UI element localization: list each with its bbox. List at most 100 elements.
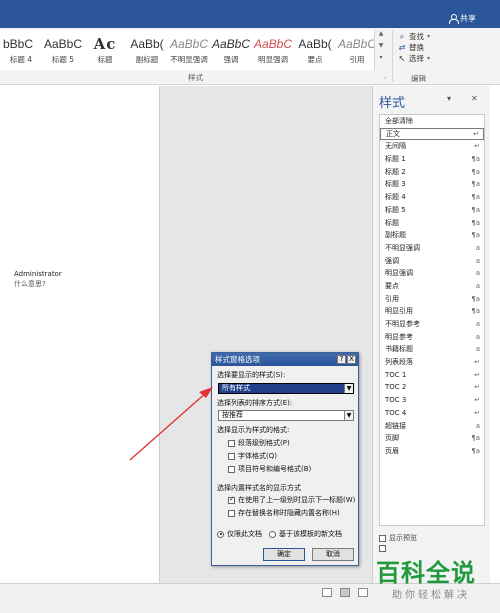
dialog-launcher-icon[interactable]: ⌟ [383, 73, 386, 80]
style-list-item[interactable]: 明显引用 ¶a [380, 305, 484, 318]
style-tile-strong[interactable]: AaBb( 要点 [294, 30, 336, 68]
radio-template[interactable] [269, 530, 276, 538]
style-type-icon: a [475, 269, 480, 278]
style-type-icon: a [475, 421, 480, 430]
style-tile-heading4[interactable]: bBbC 标题 4 [0, 30, 42, 68]
style-list: 全部清除 正文 ↵ 无间隔 ↵ 标题 1 ¶a 标题 2 ¶a 标题 3 ¶a 标题 4 ¶a 标题 5 ¶… [379, 114, 485, 526]
style-list-item-label: TOC 2 [385, 383, 407, 392]
close-button[interactable]: X [347, 355, 356, 364]
style-type-icon: ¶a [471, 167, 480, 176]
ok-button[interactable]: 确定 [263, 548, 305, 561]
disable-linked-checkbox[interactable] [379, 545, 386, 552]
style-list-item[interactable]: 正文 ↵ [380, 127, 484, 141]
style-list-item[interactable]: 引用 ¶a [380, 293, 484, 306]
print-layout-icon[interactable] [340, 588, 350, 597]
style-list-item[interactable]: 标题 4 ¶a [380, 191, 484, 204]
watermark-logo: 百科全说 助你轻松解决 [366, 553, 500, 613]
style-type-icon: ¶a [471, 307, 480, 316]
style-list-item[interactable]: 要点 a [380, 280, 484, 293]
style-type-icon: ↵ [474, 142, 480, 151]
next-heading-checkbox[interactable]: 在使用了上一级别时显示下一标题(W) [228, 495, 355, 505]
style-list-item-label: 标题 2 [385, 167, 406, 176]
style-list-item[interactable]: 明显强调 a [380, 267, 484, 280]
comment-text[interactable]: 什么意思? [14, 279, 46, 289]
style-list-item-label: 要点 [385, 281, 399, 290]
gallery-scroll[interactable]: ▲ ▼ ▾ [377, 30, 385, 70]
style-list-item-label: 明显参考 [385, 332, 413, 341]
style-list-item[interactable]: TOC 3 ↵ [380, 394, 484, 407]
style-tile-emphasis[interactable]: AaBbC 强调 [210, 30, 252, 68]
style-type-icon: ¶a [471, 231, 480, 240]
style-list-item[interactable]: TOC 1 ↵ [380, 369, 484, 382]
style-list-item[interactable]: 书籍标题 a [380, 343, 484, 356]
style-tile-subtle-emphasis[interactable]: AaBbC 不明显强调 [168, 30, 210, 68]
style-list-item[interactable]: 标题 2 ¶a [380, 166, 484, 179]
style-list-item[interactable]: 标题 5 ¶a [380, 204, 484, 217]
document-page[interactable]: Administrator 什么意思? [0, 86, 160, 583]
show-styles-select[interactable]: 所有样式 ▼ [218, 383, 354, 394]
hide-builtin-checkbox[interactable]: 存在替换名称时隐藏内置名称(H) [228, 508, 340, 518]
style-list-item[interactable]: 无间隔 ↵ [380, 140, 484, 153]
scroll-up-icon[interactable]: ▲ [377, 30, 385, 42]
pane-title: 样式 [379, 96, 406, 111]
chevron-down-icon[interactable]: ▼ [344, 384, 353, 393]
scroll-down-icon[interactable]: ▼ [377, 42, 385, 54]
sort-select[interactable]: 按推荐 ▼ [218, 410, 354, 421]
style-type-icon: ¶a [471, 180, 480, 189]
style-list-item[interactable]: 标题 ¶a [380, 217, 484, 230]
style-list-item-label: TOC 1 [385, 370, 407, 379]
style-type-icon: ¶a [471, 218, 480, 227]
style-tile-intense-emphasis[interactable]: AaBbC 明显强调 [252, 30, 294, 68]
style-tile-title[interactable]: Ac 标题 [84, 30, 126, 68]
style-list-item-label: 页眉 [385, 446, 399, 455]
style-list-item-label: 明显强调 [385, 269, 413, 278]
style-list-item[interactable]: 明显参考 a [380, 331, 484, 344]
bullets-format-checkbox[interactable]: 项目符号和编号格式(B) [228, 464, 311, 474]
style-list-item-label: 不明显强调 [385, 243, 420, 252]
find-button[interactable]: ⌕ 查找 ▾ [398, 31, 488, 42]
checkbox-icon [228, 439, 235, 447]
chevron-down-icon: ▾ [427, 55, 431, 62]
style-type-icon: a [475, 332, 480, 341]
person-icon [449, 14, 459, 24]
style-list-item[interactable]: 标题 3 ¶a [380, 178, 484, 191]
style-list-item[interactable]: 页眉 ¶a [380, 445, 484, 458]
style-list-item[interactable]: 页脚 ¶a [380, 432, 484, 445]
share-button[interactable]: 共享 [449, 13, 476, 24]
style-list-item-label: TOC 3 [385, 396, 407, 405]
replace-button[interactable]: ⇄ 替换 [398, 42, 488, 53]
style-list-item[interactable]: 不明显强调 a [380, 242, 484, 255]
style-list-item-label: 不明显参考 [385, 320, 420, 328]
ribbon: bBbC 标题 4 AaBbC 标题 5 Ac 标题 AaBb( 副标题 AaB… [0, 28, 500, 85]
chevron-down-icon[interactable]: ▼ [344, 411, 353, 420]
gallery-more-icon[interactable]: ▾ [377, 54, 385, 66]
read-mode-icon[interactable] [322, 588, 332, 597]
style-list-item[interactable]: TOC 2 ↵ [380, 381, 484, 394]
show-preview-checkbox[interactable]: 显示预览 [379, 533, 417, 543]
style-tile-quote[interactable]: AaBbC 引用 [336, 30, 374, 68]
style-tile-heading5[interactable]: AaBbC 标题 5 [42, 30, 84, 68]
style-type-icon: ¶a [471, 294, 480, 303]
style-type-icon: ¶a [471, 193, 480, 202]
pane-options-icon[interactable]: ▾ [447, 94, 451, 103]
help-button[interactable]: ? [337, 355, 346, 364]
style-list-item[interactable]: 全部清除 [380, 115, 484, 128]
font-format-checkbox[interactable]: 字体格式(Q) [228, 451, 277, 461]
paragraph-format-checkbox[interactable]: 段落级别格式(P) [228, 438, 290, 448]
style-list-item[interactable]: TOC 4 ↵ [380, 407, 484, 420]
style-list-item[interactable]: 列表段落 ↵ [380, 356, 484, 369]
select-button[interactable]: ↖ 选择 ▾ [398, 53, 488, 64]
checkbox-icon [228, 452, 235, 460]
style-tile-subtitle[interactable]: AaBb( 副标题 [126, 30, 168, 68]
style-list-item[interactable]: 标题 1 ¶a [380, 153, 484, 166]
cancel-button[interactable]: 取消 [312, 548, 354, 561]
style-list-item[interactable]: 超链接 a [380, 420, 484, 433]
style-type-icon: a [475, 243, 480, 252]
style-list-item-label: 书籍标题 [385, 345, 413, 354]
radio-doc-only[interactable] [217, 530, 224, 538]
style-list-item[interactable]: 不明显参考 a [380, 318, 484, 331]
chevron-down-icon: ▾ [427, 33, 431, 40]
close-icon[interactable]: ✕ [471, 94, 478, 103]
style-list-item[interactable]: 副标题 ¶a [380, 229, 484, 242]
style-list-item[interactable]: 强调 a [380, 255, 484, 268]
